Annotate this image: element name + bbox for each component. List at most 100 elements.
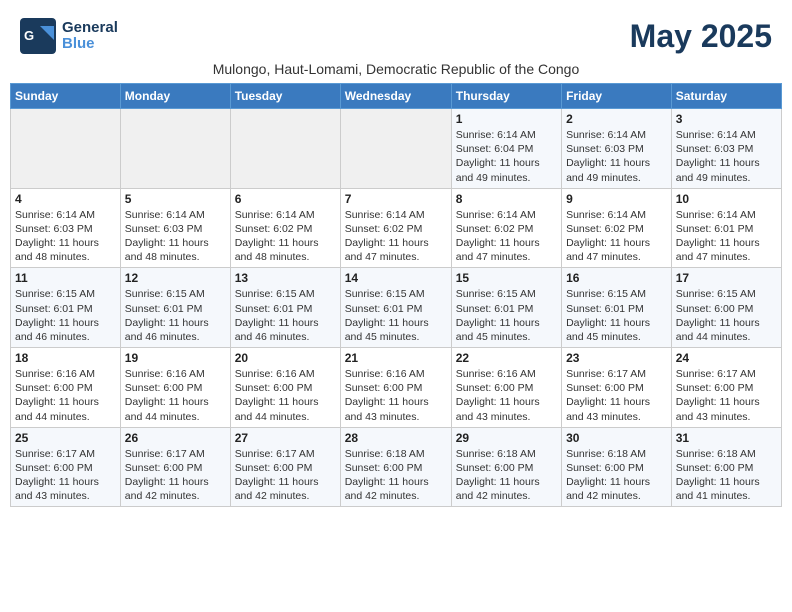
calendar-day-cell: 24 Sunrise: 6:17 AM Sunset: 6:00 PM Dayli… — [671, 348, 781, 428]
svg-text:G: G — [24, 28, 34, 43]
day-info: Sunrise: 6:14 AM Sunset: 6:03 PM Dayligh… — [15, 208, 116, 265]
calendar-day-cell: 14 Sunrise: 6:15 AM Sunset: 6:01 PM Dayli… — [340, 268, 451, 348]
weekday-header-wednesday: Wednesday — [340, 84, 451, 109]
day-number: 2 — [566, 112, 667, 126]
day-number: 9 — [566, 192, 667, 206]
calendar-week-row: 11 Sunrise: 6:15 AM Sunset: 6:01 PM Dayli… — [11, 268, 782, 348]
day-number: 7 — [345, 192, 447, 206]
calendar-day-cell: 26Sunrise: 6:17 AM Sunset: 6:00 PM Dayli… — [120, 427, 230, 507]
weekday-header-friday: Friday — [562, 84, 672, 109]
day-info: Sunrise: 6:17 AM Sunset: 6:00 PM Dayligh… — [235, 447, 336, 504]
weekday-header-sunday: Sunday — [11, 84, 121, 109]
day-number: 13 — [235, 271, 336, 285]
calendar-day-cell: 12Sunrise: 6:15 AM Sunset: 6:01 PM Dayli… — [120, 268, 230, 348]
day-number: 8 — [456, 192, 557, 206]
calendar-day-cell: 8Sunrise: 6:14 AM Sunset: 6:02 PM Daylig… — [451, 188, 561, 268]
calendar-day-cell: 4 Sunrise: 6:14 AM Sunset: 6:03 PM Daylig… — [11, 188, 121, 268]
calendar-day-cell: 1 Sunrise: 6:14 AM Sunset: 6:04 PM Daylig… — [451, 109, 561, 189]
day-info: Sunrise: 6:16 AM Sunset: 6:00 PM Dayligh… — [345, 367, 447, 424]
day-number: 6 — [235, 192, 336, 206]
logo-icon: G — [20, 18, 56, 54]
day-info: Sunrise: 6:18 AM Sunset: 6:00 PM Dayligh… — [566, 447, 667, 504]
day-info: Sunrise: 6:15 AM Sunset: 6:00 PM Dayligh… — [676, 287, 777, 344]
calendar-day-cell: 30 Sunrise: 6:18 AM Sunset: 6:00 PM Dayli… — [562, 427, 672, 507]
day-number: 25 — [15, 431, 116, 445]
day-info: Sunrise: 6:16 AM Sunset: 6:00 PM Dayligh… — [456, 367, 557, 424]
day-info: Sunrise: 6:14 AM Sunset: 6:04 PM Dayligh… — [456, 128, 557, 185]
day-info: Sunrise: 6:14 AM Sunset: 6:03 PM Dayligh… — [125, 208, 226, 265]
day-info: Sunrise: 6:14 AM Sunset: 6:03 PM Dayligh… — [676, 128, 777, 185]
day-info: Sunrise: 6:14 AM Sunset: 6:02 PM Dayligh… — [566, 208, 667, 265]
day-info: Sunrise: 6:15 AM Sunset: 6:01 PM Dayligh… — [456, 287, 557, 344]
day-number: 20 — [235, 351, 336, 365]
weekday-header-saturday: Saturday — [671, 84, 781, 109]
day-number: 30 — [566, 431, 667, 445]
day-number: 5 — [125, 192, 226, 206]
calendar-week-row: 18 Sunrise: 6:16 AM Sunset: 6:00 PM Dayli… — [11, 348, 782, 428]
day-number: 15 — [456, 271, 557, 285]
day-info: Sunrise: 6:18 AM Sunset: 6:00 PM Dayligh… — [676, 447, 777, 504]
day-info: Sunrise: 6:15 AM Sunset: 6:01 PM Dayligh… — [125, 287, 226, 344]
calendar-day-cell — [230, 109, 340, 189]
day-number: 27 — [235, 431, 336, 445]
day-number: 11 — [15, 271, 116, 285]
calendar-day-cell: 20 Sunrise: 6:16 AM Sunset: 6:00 PM Dayli… — [230, 348, 340, 428]
day-number: 16 — [566, 271, 667, 285]
calendar-day-cell: 10Sunrise: 6:14 AM Sunset: 6:01 PM Dayli… — [671, 188, 781, 268]
day-number: 24 — [676, 351, 777, 365]
day-info: Sunrise: 6:15 AM Sunset: 6:01 PM Dayligh… — [566, 287, 667, 344]
day-info: Sunrise: 6:17 AM Sunset: 6:00 PM Dayligh… — [125, 447, 226, 504]
calendar-day-cell: 28Sunrise: 6:18 AM Sunset: 6:00 PM Dayli… — [340, 427, 451, 507]
calendar-table: SundayMondayTuesdayWednesdayThursdayFrid… — [10, 83, 782, 507]
calendar-day-cell: 19 Sunrise: 6:16 AM Sunset: 6:00 PM Dayli… — [120, 348, 230, 428]
calendar-day-cell: 16 Sunrise: 6:15 AM Sunset: 6:01 PM Dayli… — [562, 268, 672, 348]
day-info: Sunrise: 6:14 AM Sunset: 6:03 PM Dayligh… — [566, 128, 667, 185]
day-info: Sunrise: 6:17 AM Sunset: 6:00 PM Dayligh… — [676, 367, 777, 424]
day-info: Sunrise: 6:15 AM Sunset: 6:01 PM Dayligh… — [345, 287, 447, 344]
day-number: 31 — [676, 431, 777, 445]
weekday-header-tuesday: Tuesday — [230, 84, 340, 109]
calendar-day-cell: 13Sunrise: 6:15 AM Sunset: 6:01 PM Dayli… — [230, 268, 340, 348]
day-number: 28 — [345, 431, 447, 445]
day-info: Sunrise: 6:15 AM Sunset: 6:01 PM Dayligh… — [15, 287, 116, 344]
calendar-day-cell: 29 Sunrise: 6:18 AM Sunset: 6:00 PM Dayli… — [451, 427, 561, 507]
calendar-day-cell: 7 Sunrise: 6:14 AM Sunset: 6:02 PM Daylig… — [340, 188, 451, 268]
weekday-header-thursday: Thursday — [451, 84, 561, 109]
calendar-day-cell: 22 Sunrise: 6:16 AM Sunset: 6:00 PM Dayli… — [451, 348, 561, 428]
calendar-day-cell: 17 Sunrise: 6:15 AM Sunset: 6:00 PM Dayli… — [671, 268, 781, 348]
day-number: 21 — [345, 351, 447, 365]
day-info: Sunrise: 6:14 AM Sunset: 6:01 PM Dayligh… — [676, 208, 777, 265]
day-number: 22 — [456, 351, 557, 365]
calendar-day-cell: 6 Sunrise: 6:14 AM Sunset: 6:02 PM Daylig… — [230, 188, 340, 268]
day-info: Sunrise: 6:17 AM Sunset: 6:00 PM Dayligh… — [566, 367, 667, 424]
day-info: Sunrise: 6:18 AM Sunset: 6:00 PM Dayligh… — [456, 447, 557, 504]
calendar-day-cell: 11 Sunrise: 6:15 AM Sunset: 6:01 PM Dayli… — [11, 268, 121, 348]
calendar-subtitle: Mulongo, Haut-Lomami, Democratic Republi… — [10, 61, 782, 77]
calendar-week-row: 1 Sunrise: 6:14 AM Sunset: 6:04 PM Daylig… — [11, 109, 782, 189]
day-info: Sunrise: 6:17 AM Sunset: 6:00 PM Dayligh… — [15, 447, 116, 504]
day-info: Sunrise: 6:16 AM Sunset: 6:00 PM Dayligh… — [125, 367, 226, 424]
day-info: Sunrise: 6:14 AM Sunset: 6:02 PM Dayligh… — [345, 208, 447, 265]
day-number: 29 — [456, 431, 557, 445]
calendar-day-cell: 23Sunrise: 6:17 AM Sunset: 6:00 PM Dayli… — [562, 348, 672, 428]
day-number: 17 — [676, 271, 777, 285]
calendar-day-cell: 5 Sunrise: 6:14 AM Sunset: 6:03 PM Daylig… — [120, 188, 230, 268]
day-info: Sunrise: 6:16 AM Sunset: 6:00 PM Dayligh… — [235, 367, 336, 424]
day-number: 4 — [15, 192, 116, 206]
calendar-day-cell — [340, 109, 451, 189]
page-header: G General Blue May 2025 — [10, 10, 782, 59]
logo-general: General — [62, 20, 118, 37]
calendar-day-cell: 21 Sunrise: 6:16 AM Sunset: 6:00 PM Dayli… — [340, 348, 451, 428]
day-number: 1 — [456, 112, 557, 126]
weekday-header-row: SundayMondayTuesdayWednesdayThursdayFrid… — [11, 84, 782, 109]
logo: G General Blue — [20, 18, 118, 54]
logo-blue: Blue — [62, 36, 118, 53]
day-number: 14 — [345, 271, 447, 285]
calendar-day-cell: 25 Sunrise: 6:17 AM Sunset: 6:00 PM Dayli… — [11, 427, 121, 507]
calendar-day-cell: 31 Sunrise: 6:18 AM Sunset: 6:00 PM Dayli… — [671, 427, 781, 507]
calendar-week-row: 4 Sunrise: 6:14 AM Sunset: 6:03 PM Daylig… — [11, 188, 782, 268]
day-info: Sunrise: 6:14 AM Sunset: 6:02 PM Dayligh… — [235, 208, 336, 265]
day-number: 19 — [125, 351, 226, 365]
day-info: Sunrise: 6:16 AM Sunset: 6:00 PM Dayligh… — [15, 367, 116, 424]
day-number: 18 — [15, 351, 116, 365]
